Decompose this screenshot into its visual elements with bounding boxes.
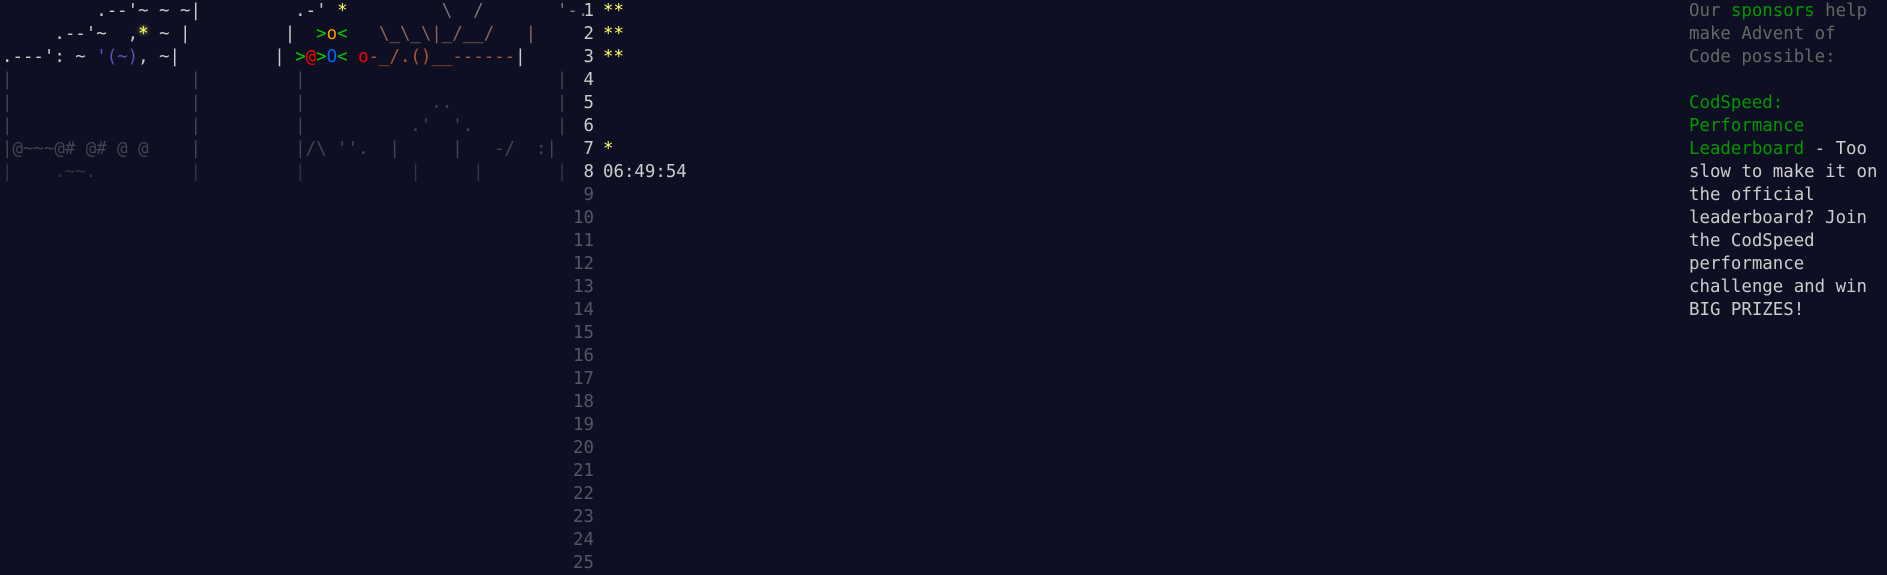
day-number: 21 <box>573 461 594 481</box>
day-19-row: 19 <box>570 414 687 437</box>
day-1-row[interactable]: 1 ** <box>570 0 687 23</box>
day-16-row: 16 <box>570 345 687 368</box>
sponsors-intro: Our sponsors help make Advent of Code po… <box>1689 0 1884 69</box>
day-number: 22 <box>573 484 594 504</box>
day-number: 25 <box>573 553 594 573</box>
day-21-row: 21 <box>570 460 687 483</box>
day-5-row[interactable]: 5 <box>570 92 687 115</box>
day-number: 15 <box>573 323 594 343</box>
day-stars: ** <box>603 47 624 67</box>
calendar-art-segment: > <box>295 47 306 67</box>
day-stars: ** <box>603 24 624 44</box>
calendar-art-segment: \ / '-. <box>347 1 589 21</box>
calendar-art-segment: | .~~. | | | | | <box>2 162 568 182</box>
calendar-art-row[interactable]: | | | .' '. | <box>2 115 588 138</box>
calendar-art-segment: , ~| | <box>138 47 296 67</box>
day-13-row: 13 <box>570 276 687 299</box>
calendar-art-segment: > <box>316 47 327 67</box>
day-4-row[interactable]: 4 <box>570 69 687 92</box>
sponsor-link-codspeed[interactable]: CodSpeed: Performance Leaderboard <box>1689 93 1804 159</box>
day-number: 16 <box>573 346 594 366</box>
day-number: 10 <box>573 208 594 228</box>
day-number: 1 <box>583 1 594 21</box>
advent-calendar-art: .--'~ ~ ~| .-' * \ / '-. .--'~ ,* ~ | | … <box>2 0 588 184</box>
day-24-row: 24 <box>570 529 687 552</box>
sponsor-sidebar: Our sponsors help make Advent of Code po… <box>1689 0 1884 322</box>
sponsors-intro-text: Our <box>1689 1 1731 21</box>
sponsor-description: - Too slow to make it on the official le… <box>1689 139 1878 320</box>
calendar-days-list: 1 ** 2 ** 3 ** 4 5 6 7 * 8 06:49:54 9 10 11 12 13 14 15 16 17… <box>570 0 687 575</box>
day-2-row[interactable]: 2 ** <box>570 23 687 46</box>
calendar-art-segment: o <box>358 47 369 67</box>
calendar-art-segment: | | | | <box>2 70 568 90</box>
day-number: 8 <box>583 162 594 182</box>
day-11-row: 11 <box>570 230 687 253</box>
day-number: 20 <box>573 438 594 458</box>
day-number: 9 <box>583 185 594 205</box>
unlock-countdown: 06:49:54 <box>603 162 687 182</box>
day-12-row: 12 <box>570 253 687 276</box>
day-17-row: 17 <box>570 368 687 391</box>
calendar-art-segment: @ <box>305 47 317 67</box>
calendar-art-row[interactable]: | | | .. | <box>2 92 588 115</box>
calendar-art-segment: -_/.()__------ <box>368 47 516 67</box>
calendar-art-segment: \_\_\|_/__/ | <box>347 24 537 44</box>
day-9-row: 9 <box>570 184 687 207</box>
calendar-art-segment: .--'~ , <box>2 24 139 44</box>
day-number: 14 <box>573 300 594 320</box>
calendar-art-segment: > <box>316 24 327 44</box>
calendar-art-segment: ~ | | <box>148 24 317 44</box>
day-25-row: 25 <box>570 552 687 575</box>
calendar-art-row[interactable]: | | | | <box>2 69 588 92</box>
day-stars: ** <box>603 1 624 21</box>
calendar-art-segment: * <box>337 1 348 21</box>
calendar-art-row[interactable]: .--'~ ,* ~ | | >o< \_\_\|_/__/ | <box>2 23 588 46</box>
day-number: 11 <box>573 231 594 251</box>
day-number: 7 <box>583 139 594 159</box>
calendar-art-segment: '(~) <box>96 47 139 67</box>
calendar-art-segment: | | | .' '. | <box>2 116 568 136</box>
calendar-art-segment: O <box>326 47 338 67</box>
day-number: 23 <box>573 507 594 527</box>
calendar-art-segment: < <box>337 24 348 44</box>
day-6-row[interactable]: 6 <box>570 115 687 138</box>
sponsors-link[interactable]: sponsors <box>1731 1 1815 21</box>
day-8-row[interactable]: 8 06:49:54 <box>570 161 687 184</box>
day-number: 3 <box>583 47 594 67</box>
calendar-art-row[interactable]: .--'~ ~ ~| .-' * \ / '-. <box>2 0 588 23</box>
calendar-art-segment: < <box>337 47 359 67</box>
day-number: 12 <box>573 254 594 274</box>
day-20-row: 20 <box>570 437 687 460</box>
day-18-row: 18 <box>570 391 687 414</box>
day-number: 24 <box>573 530 594 550</box>
sponsor-entry: CodSpeed: Performance Leaderboard - Too … <box>1689 92 1884 322</box>
calendar-art-row[interactable]: |@~~~@# @# @ @ | |/\ ''. | | -/ :| <box>2 138 588 161</box>
calendar-art-segment: .--'~ ~ ~| <box>2 1 296 21</box>
day-number: 5 <box>583 93 594 113</box>
day-number: 13 <box>573 277 594 297</box>
day-number: 4 <box>583 70 594 90</box>
day-14-row: 14 <box>570 299 687 322</box>
calendar-art-row[interactable]: | .~~. | | | | | <box>2 161 588 184</box>
day-15-row: 15 <box>570 322 687 345</box>
day-number: 6 <box>583 116 594 136</box>
calendar-art-segment: * <box>138 24 149 44</box>
day-23-row: 23 <box>570 506 687 529</box>
day-22-row: 22 <box>570 483 687 506</box>
day-number: 18 <box>573 392 594 412</box>
day-7-row[interactable]: 7 * <box>570 138 687 161</box>
calendar-art-segment: .-' <box>295 1 338 21</box>
calendar-art-segment: | | | .. | <box>2 93 568 113</box>
day-10-row: 10 <box>570 207 687 230</box>
day-number: 17 <box>573 369 594 389</box>
calendar-art-row[interactable]: .---': ~ '(~), ~| | >@>O< o-_/.()__-----… <box>2 46 588 69</box>
calendar-art-segment: o <box>326 24 338 44</box>
day-stars: * <box>603 139 614 159</box>
day-number: 19 <box>573 415 594 435</box>
day-number: 2 <box>583 24 594 44</box>
calendar-art-segment: |@~~~@# @# @ @ | |/\ ''. | | -/ :| <box>2 139 557 159</box>
calendar-art-segment: | <box>515 47 526 67</box>
day-3-row[interactable]: 3 ** <box>570 46 687 69</box>
calendar-art-segment: .---': ~ <box>2 47 97 67</box>
